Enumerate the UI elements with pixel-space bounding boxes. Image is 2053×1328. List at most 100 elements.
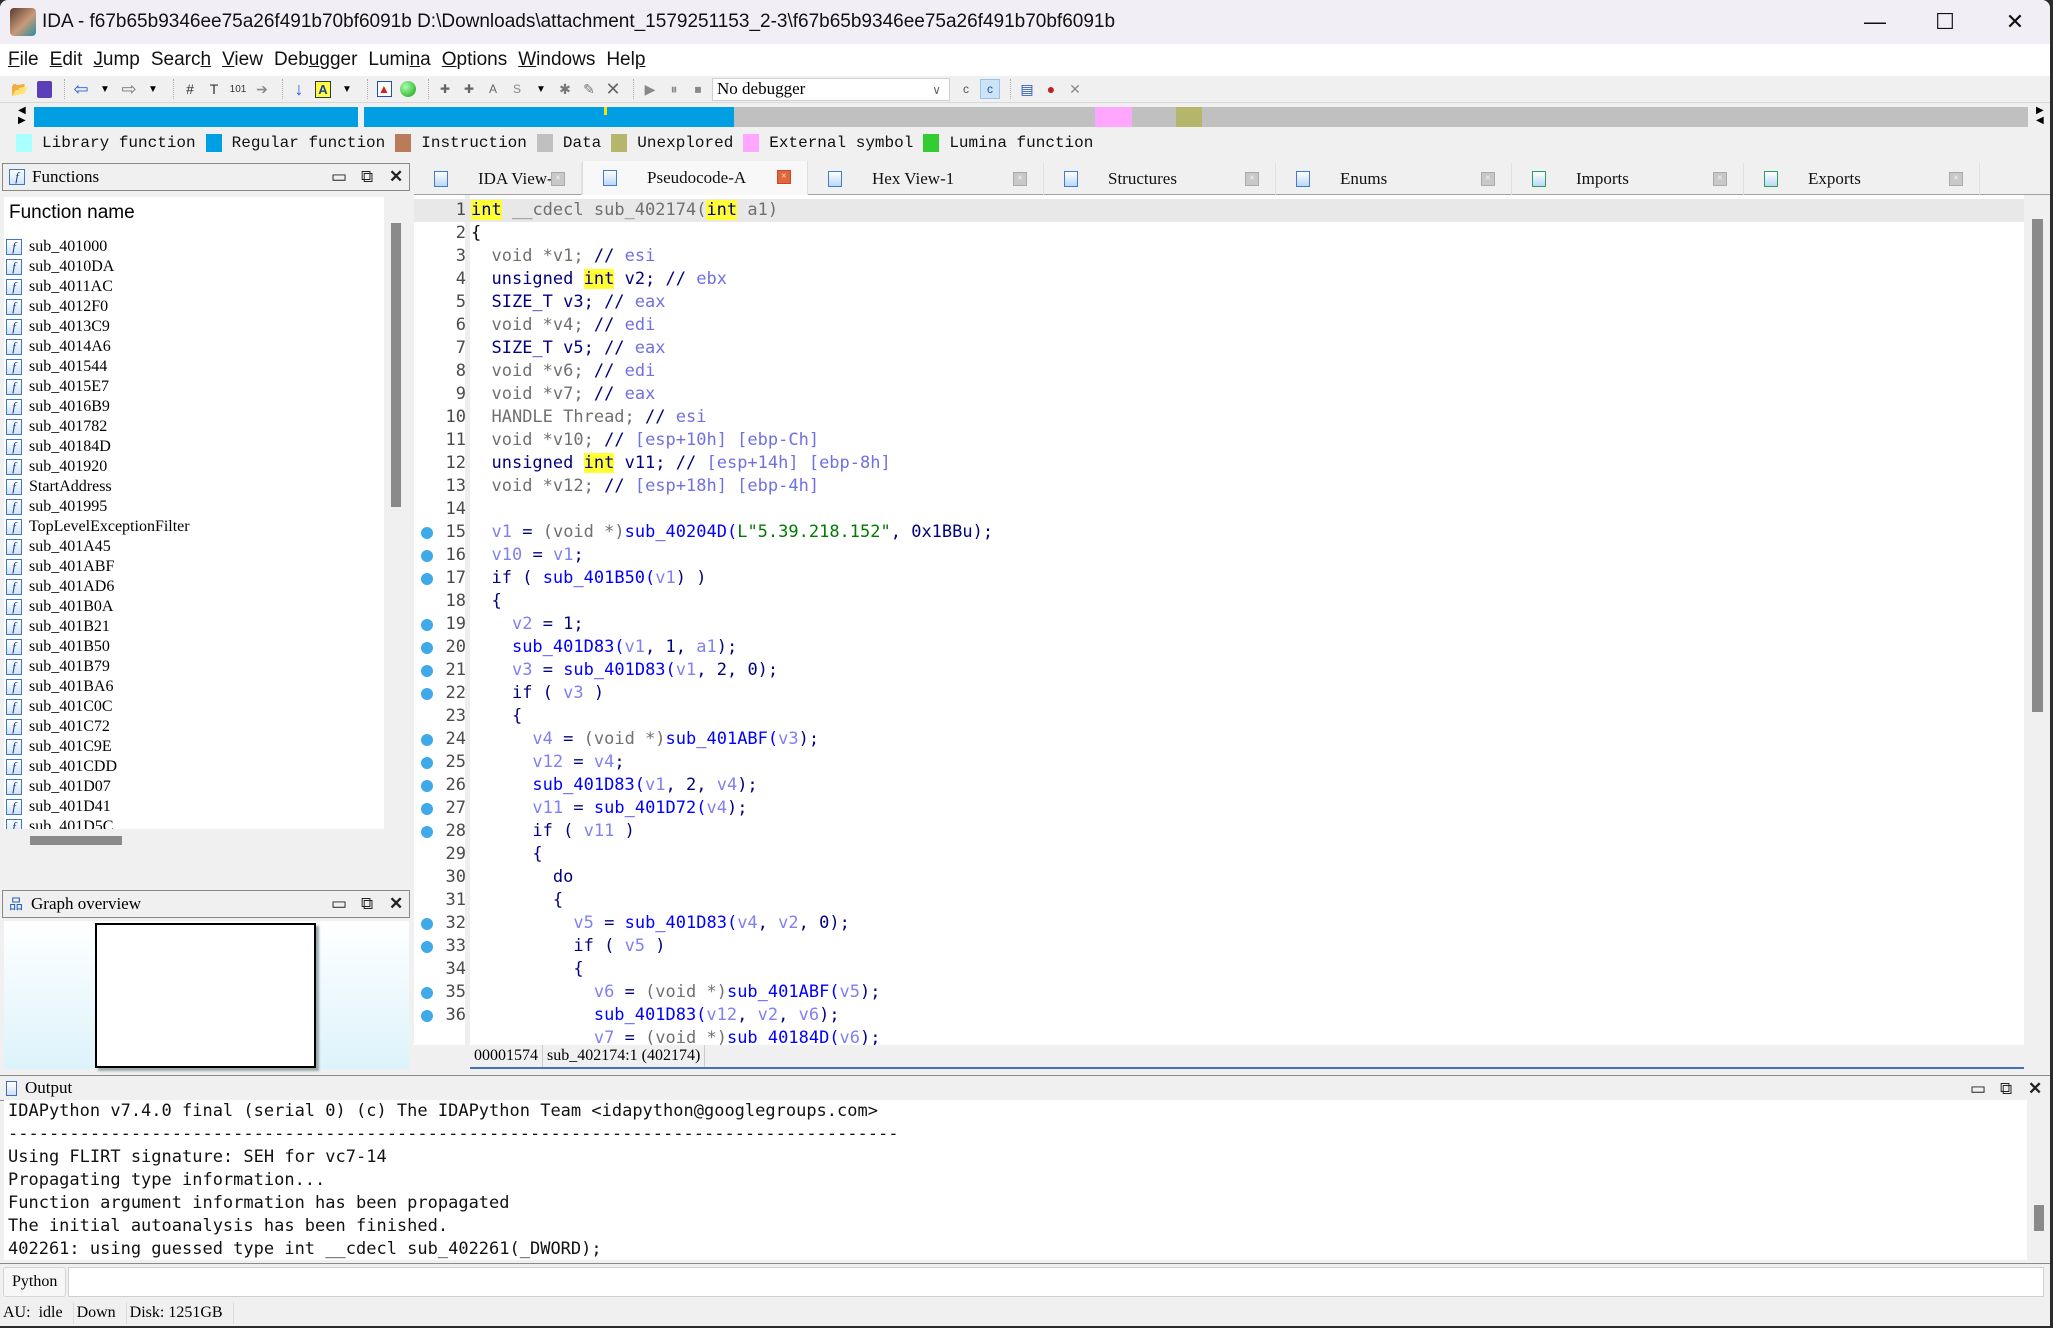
stop-debug-icon[interactable]: ⏹ [688, 79, 708, 99]
code-line[interactable]: 29 { [414, 843, 2024, 866]
code-line[interactable]: 3 void *v1; // esi [414, 245, 2024, 268]
nav-segment-regular[interactable] [363, 107, 734, 127]
output-vscroll-thumb[interactable] [2034, 1205, 2044, 1231]
function-list-item[interactable]: f sub_401A45 [4, 537, 384, 557]
graph-overview-canvas[interactable] [4, 921, 409, 1069]
menu-item[interactable]: View [222, 49, 263, 71]
nav-segment-regular[interactable] [34, 107, 359, 127]
panel-maximize-icon[interactable]: ▭ [1970, 1076, 1986, 1102]
code-line[interactable]: 20 sub_401D83(v1, 1, a1); [414, 636, 2024, 659]
function-list-item[interactable]: f sub_401D5C [4, 817, 384, 829]
code-line[interactable]: 19 v2 = 1; [414, 613, 2024, 636]
make-ascii-icon[interactable]: A [483, 79, 503, 99]
function-list-item[interactable]: f sub_401B0A [4, 597, 384, 617]
nav-segment-data[interactable] [733, 107, 1095, 127]
function-list-item[interactable]: f sub_401000 [4, 237, 384, 257]
functions-hscrollbar[interactable] [4, 829, 408, 851]
tab-close-icon[interactable]: × [1013, 172, 1027, 186]
function-list-item[interactable]: f sub_401BA6 [4, 677, 384, 697]
menu-item[interactable]: Jump [93, 49, 139, 71]
menu-item[interactable]: Options [442, 49, 507, 71]
tab-close-icon[interactable]: × [1949, 172, 1963, 186]
assembler-icon[interactable]: ▲ [374, 79, 394, 99]
text-color-icon[interactable]: A [313, 79, 333, 99]
nav-segment-unexplored[interactable] [1175, 107, 1203, 127]
text-color-dropdown-icon[interactable]: ▼ [337, 79, 357, 99]
code-line[interactable]: 4 unsigned int v2; // ebx [414, 268, 2024, 291]
code-line[interactable]: 35 v6 = (void *)sub_401ABF(v5); [414, 981, 2024, 1004]
function-list-item[interactable]: f sub_401B50 [4, 637, 384, 657]
pseudocode-view[interactable]: 1 int __cdecl sub_402174(int a1) 2{3 void … [414, 195, 2024, 1045]
search-text-icon[interactable]: T [204, 79, 224, 99]
menu-item[interactable]: Debugger [274, 49, 357, 71]
tab-close-icon[interactable]: × [1245, 172, 1259, 186]
code-line[interactable]: 22 if ( v3 ) [414, 682, 2024, 705]
code-line[interactable]: 28 if ( v11 ) [414, 820, 2024, 843]
function-list-item[interactable]: f sub_401D41 [4, 797, 384, 817]
nav-scroll-right-icon[interactable]: ▶ ◀ [2036, 106, 2044, 126]
start-debug-icon[interactable]: ▶ [640, 79, 660, 99]
panel-close-icon[interactable]: ✕ [389, 164, 403, 190]
pause-debug-icon[interactable]: ⏸ [664, 79, 684, 99]
panel-close-icon[interactable]: ✕ [389, 891, 403, 917]
function-list-item[interactable]: f sub_401995 [4, 497, 384, 517]
code-line[interactable]: 33 if ( v5 ) [414, 935, 2024, 958]
function-list-item[interactable]: f sub_401C9E [4, 737, 384, 757]
menu-item[interactable]: Search [151, 49, 211, 71]
function-list-item[interactable]: f StartAddress [4, 477, 384, 497]
navigation-track[interactable] [34, 104, 2028, 128]
code-line[interactable]: 14 [414, 498, 2024, 521]
code-line[interactable]: 6 void *v4; // edi [414, 314, 2024, 337]
tab-hex-view-1[interactable]: Hex View-1 × [808, 163, 1044, 195]
function-list-item[interactable]: f sub_401544 [4, 357, 384, 377]
code-line[interactable]: v7 = (void *)sub_40184D(v6); [414, 1027, 2024, 1045]
code-line[interactable]: 13 void *v12; // [esp+18h] [ebp-4h] [414, 475, 2024, 498]
run-green-icon[interactable] [398, 79, 418, 99]
panel-maximize-icon[interactable]: ▭ [331, 164, 347, 190]
save-icon[interactable] [34, 79, 54, 99]
python-command-input[interactable] [68, 1266, 2044, 1297]
code-line[interactable]: 27 v11 = sub_401D72(v4); [414, 797, 2024, 820]
decompile-icon[interactable]: c [956, 79, 976, 99]
function-list-item[interactable]: f sub_4013C9 [4, 317, 384, 337]
code-line[interactable]: 10 HANDLE Thread; // esi [414, 406, 2024, 429]
cli-language-button[interactable]: Python [3, 1266, 67, 1297]
code-line[interactable]: 12 unsigned int v11; // [esp+14h] [ebp-8… [414, 452, 2024, 475]
make-data-icon[interactable]: ✚ [459, 79, 479, 99]
tab-close-icon[interactable]: × [551, 172, 565, 186]
close-button[interactable]: ✕ [1980, 0, 2050, 44]
function-list-item[interactable]: f sub_401B79 [4, 657, 384, 677]
function-list-item[interactable]: f sub_4014A6 [4, 337, 384, 357]
panel-float-icon[interactable]: ⧉ [2000, 1076, 2012, 1102]
navigation-band[interactable]: ◀ ▶ ▶ ◀ [0, 104, 2050, 128]
tab-pseudocode-a[interactable]: Pseudocode-A × [582, 161, 808, 195]
tab-ida-view-a[interactable]: IDA View-A × [414, 163, 582, 195]
code-line[interactable]: 15 v1 = (void *)sub_40204D(L"5.39.218.15… [414, 521, 2024, 544]
make-code-icon[interactable]: ✚ [435, 79, 455, 99]
function-list-item[interactable]: f sub_401C0C [4, 697, 384, 717]
function-list-item[interactable]: f TopLevelExceptionFilter [4, 517, 384, 537]
pseudocode-icon[interactable]: c [980, 79, 1000, 99]
code-line[interactable]: 2{ [414, 222, 2024, 245]
code-line[interactable]: 24 v4 = (void *)sub_401ABF(v3); [414, 728, 2024, 751]
tab-close-icon[interactable]: × [1481, 172, 1495, 186]
code-line[interactable]: 5 SIZE_T v3; // eax [414, 291, 2024, 314]
pseudocode-vscrollbar[interactable] [2024, 195, 2050, 1045]
nav-segment-external[interactable] [1094, 107, 1132, 127]
search-binary-icon[interactable]: # [180, 79, 200, 99]
panel-float-icon[interactable]: ⧉ [361, 891, 373, 917]
tab-close-icon[interactable]: × [777, 170, 791, 184]
nav-segment-data[interactable] [1202, 107, 2028, 127]
code-line[interactable]: 32 v5 = sub_401D83(v4, v2, 0); [414, 912, 2024, 935]
function-list-item[interactable]: f sub_4012F0 [4, 297, 384, 317]
function-list-item[interactable]: f sub_40184D [4, 437, 384, 457]
menu-item[interactable]: Edit [50, 49, 83, 71]
panel-float-icon[interactable]: ⧉ [361, 164, 373, 190]
panel-close-icon[interactable]: ✕ [2028, 1076, 2042, 1102]
search-immediate-icon[interactable]: 101 [228, 79, 248, 99]
back-dropdown-icon[interactable]: ▼ [95, 79, 115, 99]
menu-item[interactable]: Help [606, 49, 645, 71]
tab-close-icon[interactable]: × [1713, 172, 1727, 186]
delete-breakpoint-icon[interactable]: ✕ [1065, 79, 1085, 99]
forward-dropdown-icon[interactable]: ▼ [143, 79, 163, 99]
